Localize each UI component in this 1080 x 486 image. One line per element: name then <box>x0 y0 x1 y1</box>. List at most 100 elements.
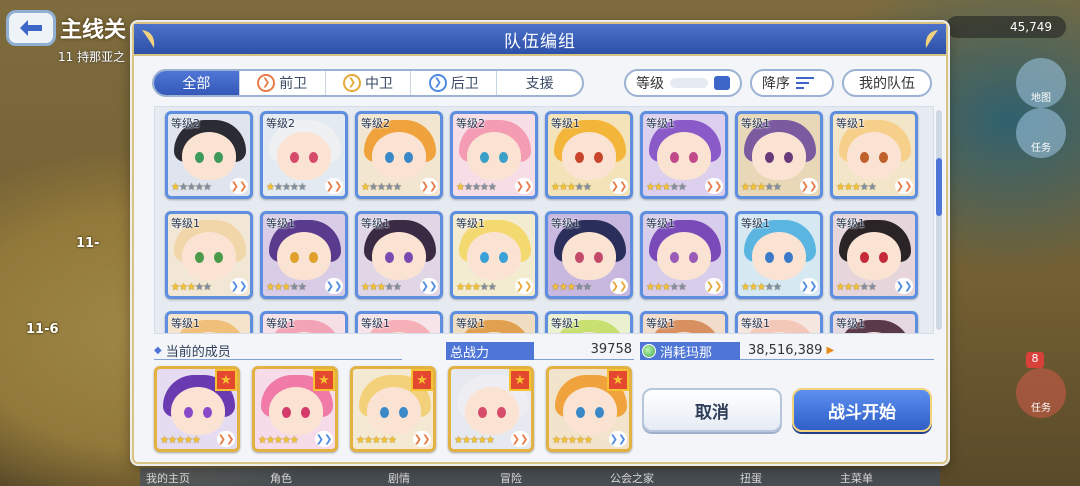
eye-art <box>214 252 223 263</box>
character-card[interactable]: 等级1★★★★★❯❯ <box>640 211 728 299</box>
mission-bottom-label: 任务 <box>1031 403 1051 414</box>
party-member-card[interactable]: ★★★★★ ❯❯ ★ <box>350 366 436 452</box>
dialog-titlebar: 队伍编组 <box>134 24 946 56</box>
character-card[interactable]: 等级1★★★★★❯❯ <box>640 311 728 333</box>
character-card[interactable]: 等级1 ★★★★★ ❯❯ <box>260 211 348 299</box>
character-card[interactable]: 等级2 ★★★★★ ❯❯ <box>355 111 443 199</box>
character-card[interactable]: 等级1★★★★★❯❯ <box>450 211 538 299</box>
character-card[interactable]: 等级2 ★★★★★ ❯❯ <box>260 111 348 199</box>
filter-tab[interactable]: 支援 <box>497 71 582 95</box>
character-level: 等级1 <box>741 317 770 330</box>
face-art <box>847 232 901 280</box>
map-side-label: 地图 <box>1031 93 1051 104</box>
filter-tab-label: 中卫 <box>364 76 393 92</box>
back-position-icon: ❯❯ <box>315 431 333 447</box>
character-card[interactable]: 等级1 ★★★★★ ❯❯ <box>735 111 823 199</box>
character-card[interactable]: 等级1★★★★★❯❯ <box>355 211 443 299</box>
character-level: 等级1 <box>741 117 770 130</box>
sort-track <box>670 78 708 88</box>
face-art <box>372 232 426 280</box>
mission-side-button[interactable]: 任务 <box>1016 108 1066 158</box>
mission-bottom-button[interactable]: 任务 <box>1016 368 1066 418</box>
character-level: 等级1 <box>836 317 865 330</box>
sort-by-level-button[interactable]: 等级 <box>624 69 742 97</box>
roster-scrollbar[interactable] <box>936 110 942 330</box>
party-member-card[interactable]: ★★★★★ ❯❯ ★ <box>546 366 632 452</box>
character-level: 等级1 <box>551 117 580 130</box>
character-card[interactable]: 等级1★★★★★❯❯ <box>830 111 918 199</box>
filter-tab-label: 前卫 <box>279 76 308 92</box>
eye-art <box>879 252 888 263</box>
face-art <box>367 387 421 435</box>
party-member-card[interactable]: ★★★★★ ❯❯ ★ <box>154 366 240 452</box>
map-node-label[interactable]: 11- <box>76 236 100 251</box>
total-power-value: 39758 <box>534 342 634 360</box>
character-level: 等级1 <box>171 217 200 230</box>
back-button[interactable] <box>6 10 56 46</box>
roster-scroll-thumb[interactable] <box>936 158 942 216</box>
filter-tab[interactable]: ❯ 中卫 <box>326 71 412 95</box>
front-position-icon: ❯❯ <box>800 178 818 194</box>
character-card[interactable]: 等级1★★★★★❯❯ <box>165 211 253 299</box>
face-art <box>562 232 616 280</box>
character-card[interactable]: 等级1★★★★★❯❯ <box>735 211 823 299</box>
nav-story[interactable]: 剧情 <box>388 470 410 486</box>
rarity-stars: ★★★★★ <box>266 282 307 293</box>
nav-menu[interactable]: 主菜单 <box>840 470 873 486</box>
eye-art <box>404 152 413 163</box>
character-card[interactable]: 等级1★★★★★❯❯ <box>830 311 918 333</box>
filter-tab[interactable]: 全部 <box>154 71 240 95</box>
map-side-button[interactable]: 地图 <box>1016 58 1066 108</box>
character-card[interactable]: 等级1★★★★★❯❯ <box>640 111 728 199</box>
character-card[interactable]: 等级1★★★★★❯❯ <box>355 311 443 333</box>
cancel-button[interactable]: 取消 <box>642 388 782 432</box>
my-team-button[interactable]: 我的队伍 <box>842 69 932 97</box>
eye-art <box>309 252 318 263</box>
eye-art <box>301 407 310 418</box>
character-card[interactable]: 等级1★★★★★❯❯ <box>545 211 633 299</box>
face-art <box>465 387 519 435</box>
nav-home[interactable]: 我的主页 <box>146 470 190 486</box>
face-art <box>277 232 331 280</box>
rarity-stars: ★★★★★ <box>741 182 782 193</box>
start-battle-button[interactable]: 战斗开始 <box>792 388 932 432</box>
filter-tab[interactable]: ❯ 前卫 <box>240 71 326 95</box>
character-level: 等级1 <box>266 217 295 230</box>
mid-position-icon: ❯❯ <box>705 278 723 294</box>
nav-guild[interactable]: 公会之家 <box>610 470 654 486</box>
front-position-icon: ❯❯ <box>705 178 723 194</box>
character-card[interactable]: 等级1★★★★★❯❯ <box>545 311 633 333</box>
ornament-icon <box>925 30 938 48</box>
eye-art <box>203 407 212 418</box>
back-position-icon: ❯❯ <box>609 431 627 447</box>
character-card[interactable]: 等级1★★★★★❯❯ <box>450 311 538 333</box>
descending-order-button[interactable]: 降序 <box>750 69 834 97</box>
map-node-label[interactable]: 11-6 <box>26 322 59 337</box>
eye-art <box>195 152 204 163</box>
nav-gacha[interactable]: 扭蛋 <box>740 470 762 486</box>
back-position-icon: ❯❯ <box>325 278 343 294</box>
character-card[interactable]: 等级1★★★★★❯❯ <box>545 111 633 199</box>
character-card[interactable]: 等级2 ★★★★★ ❯❯ <box>450 111 538 199</box>
nav-character[interactable]: 角色 <box>270 470 292 486</box>
face-art <box>467 132 521 180</box>
party-member-card[interactable]: ★★★★★ ❯❯ ★ <box>252 366 338 452</box>
party-member-card[interactable]: ★★★★★ ❯❯ ★ <box>448 366 534 452</box>
face-art <box>467 232 521 280</box>
eye-art <box>499 152 508 163</box>
rarity-stars: ★★★★★ <box>741 282 782 293</box>
character-card[interactable]: 等级1★★★★★❯❯ <box>830 211 918 299</box>
current-members-label: 当前的成员 <box>165 345 231 360</box>
character-card[interactable]: 等级2 ★★★★★ ❯❯ <box>165 111 253 199</box>
character-level: 等级1 <box>646 317 675 330</box>
mid-position-icon: ❯❯ <box>610 278 628 294</box>
character-card[interactable]: 等级1★★★★★❯❯ <box>735 311 823 333</box>
eye-art <box>184 407 193 418</box>
face-art <box>171 387 225 435</box>
character-card[interactable]: 等级1★★★★★❯❯ <box>165 311 253 333</box>
nav-adventure[interactable]: 冒险 <box>500 470 522 486</box>
filter-tab[interactable]: ❯ 后卫 <box>411 71 498 95</box>
character-card[interactable]: 等级1★★★★★❯❯ <box>260 311 348 333</box>
back-position-icon: ❯❯ <box>420 278 438 294</box>
mana-coin-icon <box>642 344 656 358</box>
